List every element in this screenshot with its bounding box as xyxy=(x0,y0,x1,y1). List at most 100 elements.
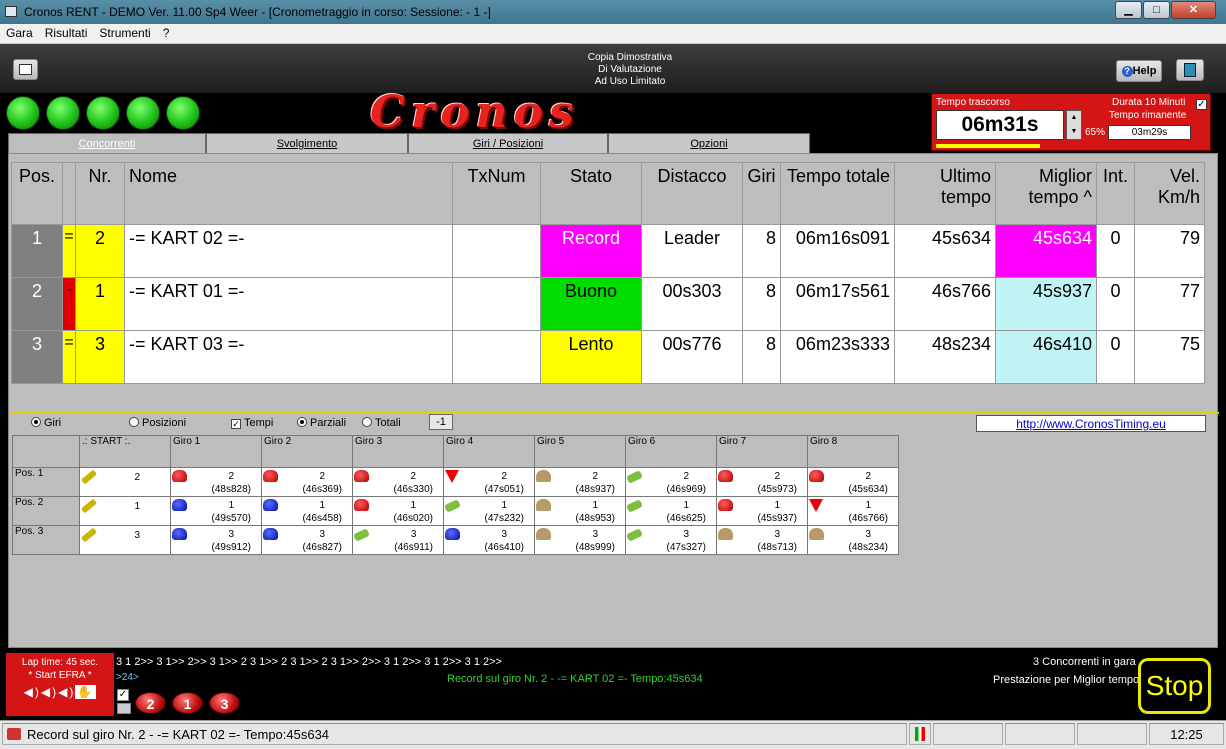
lap-cell[interactable]: 3 (47s327) xyxy=(625,525,717,555)
lap-cell[interactable]: 3 (48s713) xyxy=(716,525,808,555)
turtle-icon xyxy=(536,528,551,540)
col-speed[interactable]: Vel. Km/h xyxy=(1134,162,1205,225)
lap-cell[interactable]: 3 (48s234) xyxy=(807,525,899,555)
lap-cell[interactable]: 1 (46s625) xyxy=(625,496,717,526)
close-button[interactable]: ✕ xyxy=(1171,1,1216,19)
menu-gara[interactable]: Gara xyxy=(0,24,39,43)
kart-button-2[interactable]: 2 xyxy=(135,692,166,714)
exit-button[interactable] xyxy=(1176,59,1204,81)
lap-cell[interactable]: 3 (48s999) xyxy=(534,525,626,555)
lap-cell[interactable]: 3 (46s911) xyxy=(352,525,444,555)
speaker-icon[interactable]: ◀) xyxy=(58,685,75,699)
trend-indicator: = xyxy=(62,224,76,278)
col-total-time[interactable]: Tempo totale xyxy=(780,162,895,225)
tab-svolgimento[interactable]: Svolgimento xyxy=(206,133,408,153)
col-laps[interactable]: Giri xyxy=(742,162,781,225)
lap-value: 3 (49s912) xyxy=(212,528,251,554)
state-cell: Lento xyxy=(540,330,642,384)
radio-icon xyxy=(297,417,307,427)
tab-concorrenti[interactable]: Concorrenti xyxy=(8,133,206,153)
tab-label: Svolgimento xyxy=(276,138,338,150)
lap-cell[interactable]: 2 xyxy=(79,467,171,497)
lap-value: 3 (48s713) xyxy=(758,528,797,554)
laps-row-label: Pos. 3 xyxy=(12,525,80,555)
col-last-time[interactable]: Ultimo tempo xyxy=(894,162,996,225)
turtle-icon xyxy=(536,470,551,482)
help-button[interactable]: ? Help xyxy=(1116,60,1162,82)
laps-col-header: Giro 3 xyxy=(352,435,444,468)
sound-controls[interactable]: ◀)◀)◀) ✋ xyxy=(6,685,114,699)
time-spinner[interactable]: ▲ ▼ xyxy=(1066,110,1082,140)
col-pos[interactable]: Pos. xyxy=(11,162,63,225)
lap-time: (47s232) xyxy=(484,513,524,524)
kart-name: -= KART 01 =- xyxy=(124,277,453,331)
kart-button-3[interactable]: 3 xyxy=(209,692,240,714)
menu-help[interactable]: ? xyxy=(157,24,176,43)
lap-cell[interactable]: 2 (45s634) xyxy=(807,467,899,497)
status-message-cell: Record sul giro Nr. 2 - -= KART 02 =- Te… xyxy=(2,723,907,745)
percent-label: 65% xyxy=(1085,127,1106,138)
kart-button-1[interactable]: 1 xyxy=(172,692,203,714)
auto-checkbox[interactable]: ✓ xyxy=(117,689,129,701)
step-button[interactable]: -1 xyxy=(429,414,453,430)
status-cell xyxy=(933,723,1003,745)
radio-totali[interactable]: Totali xyxy=(362,417,401,429)
lap-cell[interactable]: 1 (49s570) xyxy=(170,496,262,526)
col-state[interactable]: Stato xyxy=(540,162,642,225)
radio-icon xyxy=(362,417,372,427)
menu-risultati[interactable]: Risultati xyxy=(39,24,94,43)
maximize-button[interactable]: □ xyxy=(1143,1,1170,19)
lap-cell[interactable]: 3 (46s410) xyxy=(443,525,535,555)
radio-giri[interactable]: Giri xyxy=(31,417,61,429)
standings-row[interactable]: 1 = 2 -= KART 02 =- Record Leader 8 06m16s091 45… xyxy=(11,224,1205,278)
speaker-icon[interactable]: ◀) xyxy=(41,685,58,699)
lap-cell[interactable]: 1 xyxy=(79,496,171,526)
website-link[interactable]: http://www.CronosTiming.eu xyxy=(976,415,1206,432)
settings-small-icon[interactable] xyxy=(117,703,131,714)
tab-giri-posizioni[interactable]: Giri / Posizioni xyxy=(408,133,608,153)
hand-icon[interactable]: ✋ xyxy=(75,685,97,699)
position-cell: 3 xyxy=(11,330,63,384)
tab-opzioni[interactable]: Opzioni xyxy=(608,133,810,153)
lap-cell[interactable]: 3 (49s912) xyxy=(170,525,262,555)
standings-row[interactable]: 3 = 3 -= KART 03 =- Lento 00s776 8 06m23s333 48s… xyxy=(11,330,1205,384)
col-best-time[interactable]: Miglior tempo ^ xyxy=(995,162,1097,225)
laps-row: Pos. 3 3 3 (49s912) 3 (46s827) 3 (46s911) 3 (46s4… xyxy=(12,525,899,555)
lap-cell[interactable]: 1 (46s458) xyxy=(261,496,353,526)
menu-strumenti[interactable]: Strumenti xyxy=(93,24,156,43)
lap-cell[interactable]: 2 (46s330) xyxy=(352,467,444,497)
speaker-icon[interactable]: ◀) xyxy=(24,685,41,699)
col-nr[interactable]: Nr. xyxy=(75,162,125,225)
elapsed-time-display: 06m31s xyxy=(936,110,1064,140)
col-int[interactable]: Int. xyxy=(1096,162,1135,225)
radio-posizioni[interactable]: Posizioni xyxy=(129,417,186,429)
lap-cell[interactable]: 2 (48s937) xyxy=(534,467,626,497)
lap-value: 2 (48s937) xyxy=(576,470,615,496)
standings-row[interactable]: 2-1 -= KART 01 =- Buono 00s303 8 06m17s561 46s… xyxy=(11,277,1205,331)
lap-cell[interactable]: 2 (46s369) xyxy=(261,467,353,497)
lap-cell[interactable]: 1 (48s953) xyxy=(534,496,626,526)
stop-button[interactable]: Stop xyxy=(1138,658,1211,714)
radio-parziali[interactable]: Parziali xyxy=(297,417,346,429)
lap-cell[interactable]: 1 (47s232) xyxy=(443,496,535,526)
lap-cell[interactable]: 1 (46s766) xyxy=(807,496,899,526)
checkbox-tempi[interactable]: ✓ Tempi xyxy=(231,417,273,429)
duration-checkbox[interactable]: ✓ xyxy=(1196,99,1207,110)
minimize-button[interactable]: ▁ xyxy=(1115,1,1142,19)
lap-cell[interactable]: 3 xyxy=(79,525,171,555)
col-name[interactable]: Nome xyxy=(124,162,453,225)
col-gap[interactable]: Distacco xyxy=(641,162,743,225)
lap-cell[interactable]: 2 (45s973) xyxy=(716,467,808,497)
lap-time: (46s020) xyxy=(393,513,433,524)
kart-number: 1 xyxy=(75,277,125,331)
lap-cell[interactable]: 1 (46s020) xyxy=(352,496,444,526)
lap-cell[interactable]: 2 (47s051) xyxy=(443,467,535,497)
col-txnum[interactable]: TxNum xyxy=(452,162,541,225)
lap-cell[interactable]: 2 (48s828) xyxy=(170,467,262,497)
lap-value: 3 (46s827) xyxy=(303,528,342,554)
lap-cell[interactable]: 1 (45s937) xyxy=(716,496,808,526)
lap-cell[interactable]: 2 (46s969) xyxy=(625,467,717,497)
lap-cell[interactable]: 3 (46s827) xyxy=(261,525,353,555)
print-button[interactable] xyxy=(13,59,38,80)
remaining-time-display: 03m29s xyxy=(1108,125,1191,140)
